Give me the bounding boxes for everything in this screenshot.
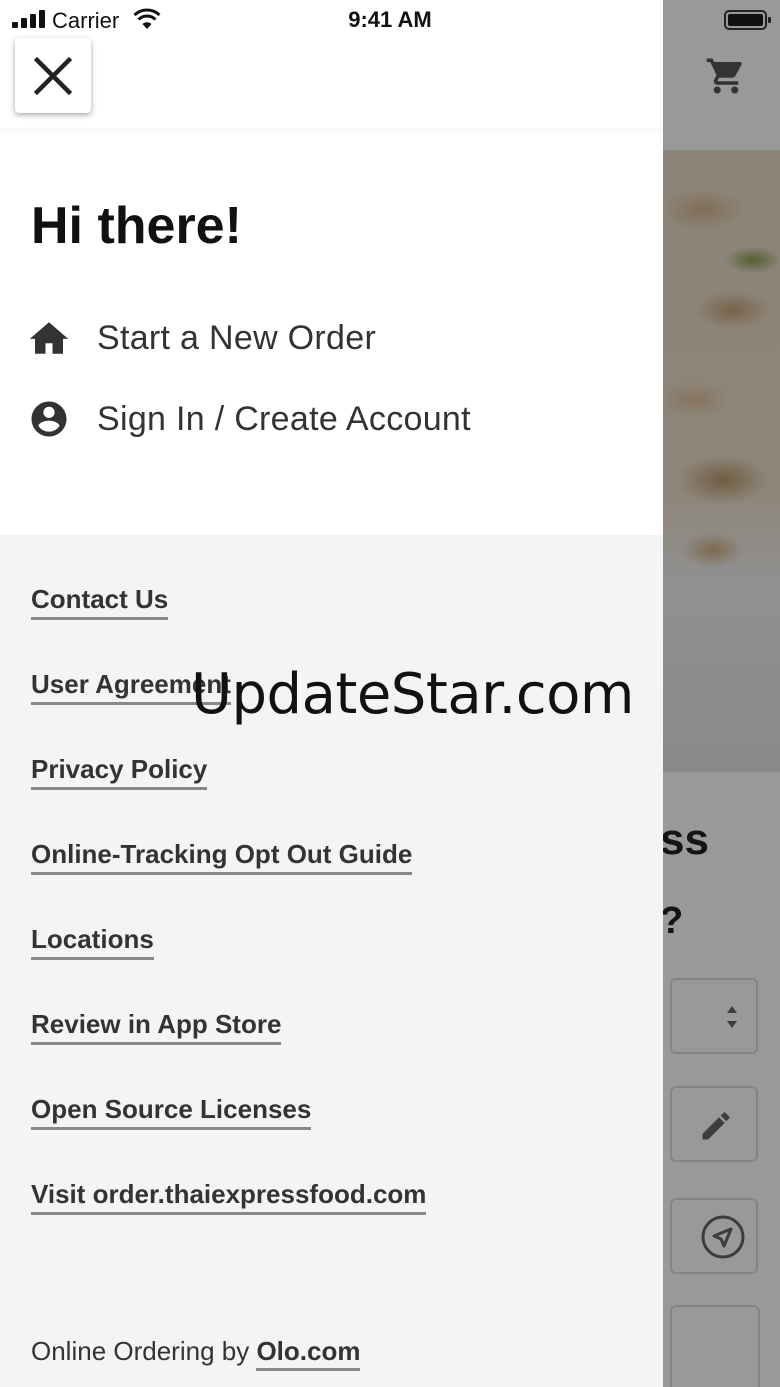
- close-icon: [33, 56, 73, 95]
- divider: [0, 128, 663, 136]
- link-review-app-store[interactable]: Review in App Store: [31, 1009, 282, 1045]
- greeting-heading: Hi there!: [31, 197, 242, 255]
- status-time: 9:41 AM: [348, 7, 432, 32]
- drawer-links-section: [0, 535, 663, 1387]
- link-olo[interactable]: Olo.com: [256, 1336, 361, 1371]
- close-button[interactable]: [15, 38, 91, 113]
- menu-item-start-new-order[interactable]: Start a New Order: [28, 313, 376, 363]
- menu-item-label: Start a New Order: [97, 318, 377, 357]
- link-online-tracking-opt-out[interactable]: Online-Tracking Opt Out Guide: [31, 839, 413, 875]
- drawer-top-section: [0, 0, 663, 535]
- footer-prefix: Online Ordering by: [31, 1336, 257, 1366]
- link-open-source-licenses[interactable]: Open Source Licenses: [31, 1094, 312, 1130]
- status-bar: Carrier 9:41 AM: [0, 0, 780, 40]
- link-locations[interactable]: Locations: [31, 924, 154, 960]
- account-circle-icon: [28, 398, 70, 440]
- menu-item-sign-in[interactable]: Sign In / Create Account: [28, 394, 471, 444]
- link-visit-website[interactable]: Visit order.thaiexpressfood.com: [31, 1179, 427, 1215]
- link-privacy-policy[interactable]: Privacy Policy: [31, 754, 208, 790]
- footer-credit: Online Ordering by Olo.com: [31, 1336, 361, 1371]
- link-user-agreement[interactable]: User Agreement: [31, 669, 231, 705]
- link-contact-us[interactable]: Contact Us: [31, 584, 169, 620]
- menu-item-label: Sign In / Create Account: [97, 399, 471, 438]
- side-drawer: Hi there! Start a New Order Sign In / Cr…: [0, 0, 663, 1387]
- home-icon: [28, 317, 70, 359]
- battery-icon: [724, 10, 771, 30]
